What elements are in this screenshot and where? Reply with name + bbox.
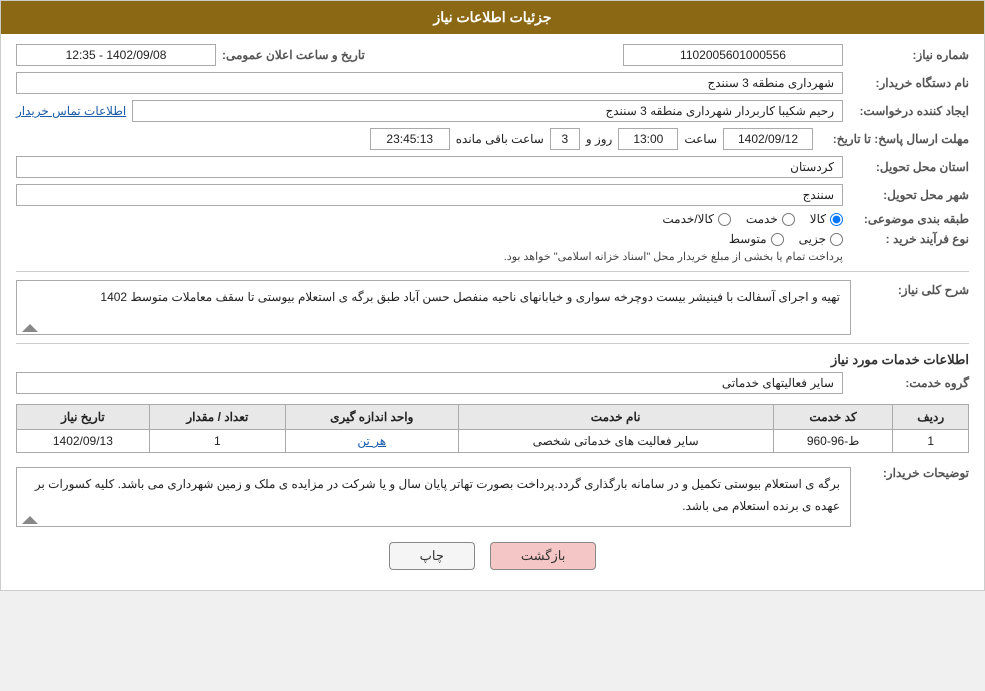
khadamat-table: ردیف کد خدمت نام خدمت واحد اندازه گیری ت… [16,404,969,453]
cell-radif: 1 [893,430,969,453]
tabaqe-khadamat-label: خدمت [746,212,778,226]
mohlat-baghimande-label: ساعت باقی مانده [456,132,544,146]
mohlat-rooz-label: روز و [586,132,613,146]
tabaqe-kala[interactable]: کالا [810,212,843,226]
nav-jozii-radio[interactable] [830,233,843,246]
col-radif: ردیف [893,405,969,430]
sharh-label: شرح کلی نیاز: [859,280,969,297]
col-kod: کد خدمت [773,405,893,430]
ostan-label: استان محل تحویل: [849,160,969,174]
name-dastgah-label: نام دستگاه خریدار: [849,76,969,90]
tabaqe-khadamat[interactable]: خدمت [746,212,795,226]
col-tedad: تعداد / مقدار [149,405,285,430]
ijad-link[interactable]: اطلاعات تماس خریدار [16,104,126,118]
ijad-row: ایجاد کننده درخواست: رحیم شکیبا کاربردار… [16,100,969,122]
col-tarikh: تاریخ نیاز [17,405,150,430]
nav-faraaind-label: نوع فرآیند خرید : [849,232,969,246]
mohlat-row: مهلت ارسال پاسخ: تا تاریخ: 1402/09/12 سا… [16,128,969,150]
cell-kod: ط-96-960 [773,430,893,453]
nav-faraaind-row: نوع فرآیند خرید : جزیی متوسط پرداخت تمام… [16,232,969,263]
towzih-notes: برگه ی استعلام بیوستی تکمیل و در سامانه … [16,467,851,527]
tabaqe-kala-label: کالا [810,212,826,226]
tabaqe-radio-group: کالا خدمت کالا/خدمت [662,212,843,226]
col-name: نام خدمت [458,405,773,430]
mohlat-date-time: 1402/09/12 ساعت 13:00 روز و 3 ساعت باقی … [16,128,813,150]
page-header: جزئیات اطلاعات نیاز [1,1,984,34]
tabaqe-khadamat-radio[interactable] [782,213,795,226]
tabaqe-kala-khadamat[interactable]: کالا/خدمت [662,212,730,226]
khadamat-table-section: ردیف کد خدمت نام خدمت واحد اندازه گیری ت… [16,404,969,453]
mohlat-date: 1402/09/12 [723,128,813,150]
divider-1 [16,271,969,272]
bottom-buttons: بازگشت چاپ [16,542,969,570]
ostan-row: استان محل تحویل: کردستان [16,156,969,178]
back-button[interactable]: بازگشت [490,542,596,570]
col-vahed: واحد اندازه گیری [285,405,458,430]
nav-faraaind-content: جزیی متوسط پرداخت تمام یا بخشی از مبلغ خ… [16,232,843,263]
khadamat-title: اطلاعات خدمات مورد نیاز [16,352,969,368]
mohlat-saat: 13:00 [618,128,678,150]
shahr-value: سنندج [16,184,843,206]
ijad-label: ایجاد کننده درخواست: [849,104,969,118]
name-dastgah-row: نام دستگاه خریدار: شهرداری منطقه 3 سنندج [16,72,969,94]
page-title: جزئیات اطلاعات نیاز [433,9,551,25]
ijad-value: رحیم شکیبا کاربردار شهرداری منطقه 3 سنند… [132,100,843,122]
shomara-niaz-value: 1102005601000556 [623,44,843,66]
tabaqe-label: طبقه بندی موضوعی: [849,212,969,226]
towzih-label: توضیحات خریدار: [859,463,969,480]
mohlat-rooz: 3 [550,128,580,150]
nav-mottavas-label: متوسط [729,232,767,246]
tarikh-saat-label: تاریخ و ساعت اعلان عمومی: [222,48,365,62]
shomara-niaz-row: شماره نیاز: 1102005601000556 تاریخ و ساع… [16,44,969,66]
tabaqe-row: طبقه بندی موضوعی: کالا خدمت کالا/خدمت [16,212,969,226]
tabaqe-kala-radio[interactable] [830,213,843,226]
mohlat-remaining: 23:45:13 [370,128,450,150]
cell-tarikh: 1402/09/13 [17,430,150,453]
group-khadamat-row: گروه خدمت: سایر فعالیتهای خدماتی [16,372,969,394]
shahr-row: شهر محل تحویل: سنندج [16,184,969,206]
towzih-row: توضیحات خریدار: برگه ی استعلام بیوستی تک… [16,463,969,527]
sharh-description: تهیه و اجرای آسفالت با فینیشر بیست دوچرخ… [16,280,851,335]
tarikh-saat-value: 1402/09/08 - 12:35 [16,44,216,66]
mohlat-saat-label: ساعت [684,132,717,146]
mohlat-label: مهلت ارسال پاسخ: تا تاریخ: [819,132,969,146]
print-button[interactable]: چاپ [389,542,475,570]
group-khadamat-value: سایر فعالیتهای خدماتی [16,372,843,394]
towzih-content: برگه ی استعلام بیوستی تکمیل و در سامانه … [16,463,851,527]
cell-tedad: 1 [149,430,285,453]
page-container: جزئیات اطلاعات نیاز شماره نیاز: 11020056… [0,0,985,591]
sharh-content: تهیه و اجرای آسفالت با فینیشر بیست دوچرخ… [16,280,851,335]
tabaqe-kala-khadamat-label: کالا/خدمت [662,212,713,226]
tabaqe-kala-khadamat-radio[interactable] [718,213,731,226]
table-row: 1 ط-96-960 سایر فعالیت های خدماتی شخصی ه… [17,430,969,453]
nav-mottavas-radio[interactable] [771,233,784,246]
shahr-label: شهر محل تحویل: [849,188,969,202]
divider-2 [16,343,969,344]
group-khadamat-label: گروه خدمت: [849,376,969,390]
nav-mottavas[interactable]: متوسط [729,232,784,246]
nav-faraaind-note: پرداخت تمام یا بخشی از مبلغ خریدار محل "… [16,250,843,263]
cell-name: سایر فعالیت های خدماتی شخصی [458,430,773,453]
ostan-value: کردستان [16,156,843,178]
shomara-niaz-label: شماره نیاز: [849,48,969,62]
nav-jozii[interactable]: جزیی [799,232,843,246]
nav-jozii-label: جزیی [799,232,826,246]
name-dastgah-value: شهرداری منطقه 3 سنندج [16,72,843,94]
nav-faraaind-radio-group: جزیی متوسط [16,232,843,246]
sharh-row: شرح کلی نیاز: تهیه و اجرای آسفالت با فین… [16,280,969,335]
cell-vahed[interactable]: هر تن [285,430,458,453]
main-content: شماره نیاز: 1102005601000556 تاریخ و ساع… [1,34,984,590]
